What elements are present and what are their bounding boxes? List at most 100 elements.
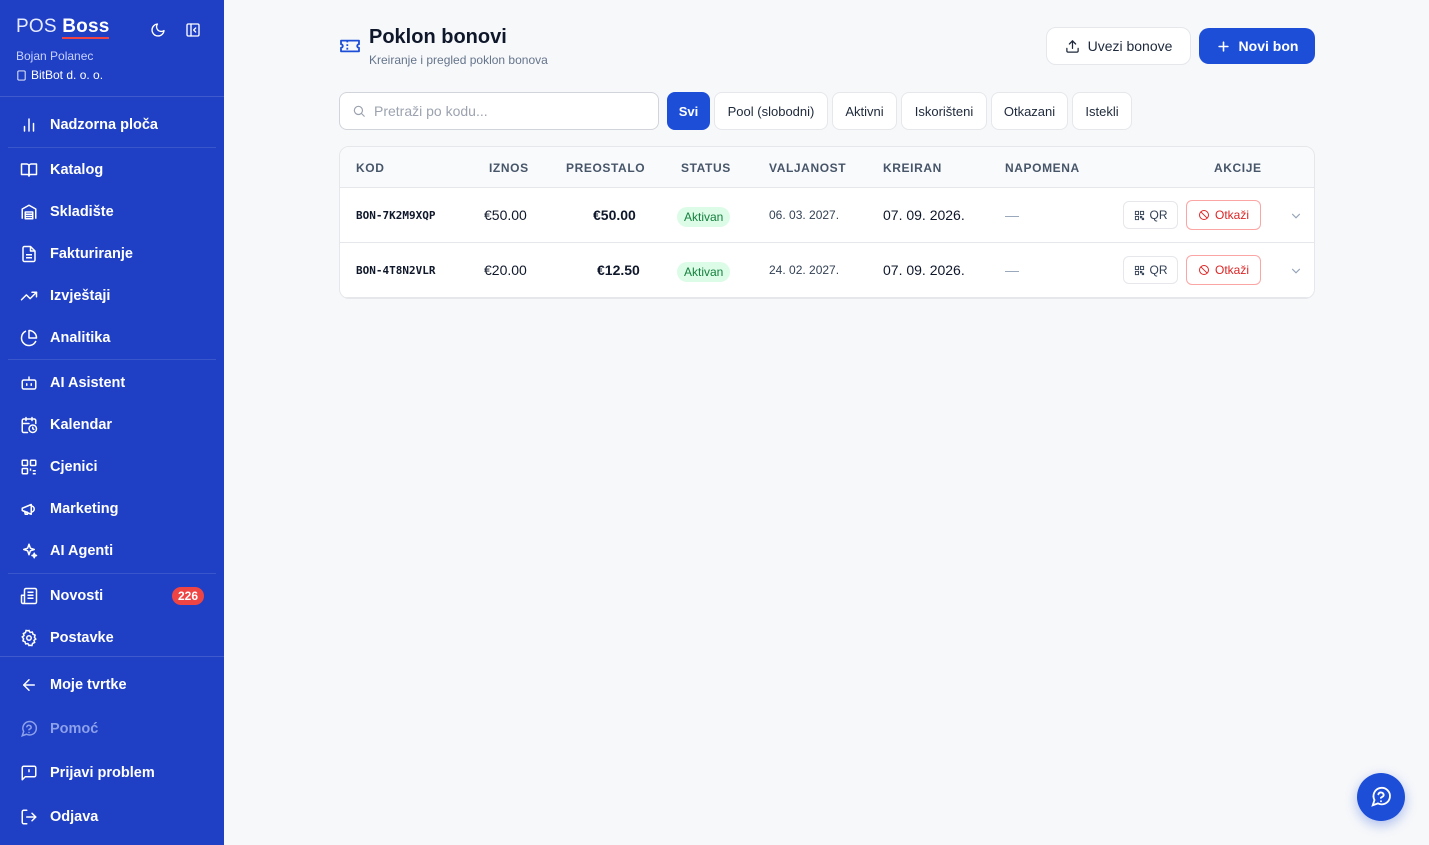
voucher-amount: €50.00 (484, 207, 527, 223)
table-row[interactable]: BON-7K2M9XQP €50.00 €50.00 Aktivan 06. 0… (340, 188, 1314, 243)
column-header-preostalo[interactable]: PREOSTALO (566, 161, 645, 175)
qr-code-icon (1134, 210, 1144, 220)
column-header-kreiran[interactable]: KREIRAN (883, 161, 942, 175)
moon-icon[interactable] (150, 22, 166, 38)
column-header-kod[interactable]: KOD (356, 161, 384, 175)
sidebar-item-cjenici[interactable]: Cjenici (8, 448, 216, 486)
sidebar-item-prijavi-problem[interactable]: Prijavi problem (8, 754, 216, 792)
voucher-amount: €20.00 (484, 262, 527, 278)
bar-chart-icon (23, 118, 35, 132)
bot-icon (21, 376, 37, 390)
voucher-code: BON-7K2M9XQP (356, 209, 436, 222)
filter-svi[interactable]: Svi (667, 92, 710, 130)
sidebar-item-label: Kalendar (50, 417, 113, 433)
voucher-created: 07. 09. 2026. (883, 262, 965, 278)
sidebar-item-katalog[interactable]: Katalog (8, 151, 216, 189)
search-box[interactable] (339, 92, 659, 130)
megaphone-icon (21, 503, 35, 515)
divider (8, 573, 216, 574)
filter-istekli[interactable]: Istekli (1072, 92, 1132, 130)
chevron-down-icon[interactable] (1289, 264, 1303, 278)
voucher-validity: 06. 03. 2027. (769, 208, 840, 222)
sparkles-icon (23, 543, 38, 559)
sidebar-item-skladiste[interactable]: Skladište (8, 193, 216, 231)
company-name[interactable]: BitBot d. o. o. (16, 68, 103, 82)
filter-pool[interactable]: Pool (slobodni) (714, 92, 828, 130)
sidebar-item-label: Nadzorna ploča (50, 117, 158, 133)
sidebar-item-label: AI Asistent (50, 375, 126, 391)
voucher-remaining: €50.00 (593, 207, 636, 223)
voucher-created: 07. 09. 2026. (883, 207, 965, 223)
document-icon (22, 245, 36, 263)
user-name: Bojan Polanec (16, 49, 94, 63)
chevron-down-icon[interactable] (1289, 209, 1303, 223)
sidebar-item-label: Katalog (50, 162, 104, 178)
sidebar-item-label: Odjava (50, 809, 99, 825)
qr-button[interactable]: QR (1123, 256, 1178, 284)
brand-logo[interactable]: POS Boss (16, 16, 110, 39)
sidebar-item-novosti[interactable]: Novosti 226 (8, 577, 216, 615)
qr-label: QR (1149, 263, 1168, 277)
sidebar-item-label: Fakturiranje (50, 246, 133, 262)
cancel-voucher-button[interactable]: Otkaži (1186, 200, 1261, 230)
sidebar-item-marketing[interactable]: Marketing (8, 490, 216, 528)
sidebar-item-label: AI Agenti (50, 543, 114, 559)
table-header: KOD IZNOS PREOSTALO STATUS VALJANOST KRE… (340, 147, 1314, 188)
upload-icon (1065, 39, 1079, 53)
page-title: Poklon bonovi (369, 26, 507, 48)
cancel-voucher-button[interactable]: Otkaži (1186, 255, 1261, 285)
help-circle-icon (21, 720, 38, 737)
sidebar-item-label: Cjenici (50, 459, 98, 475)
qr-code-icon (21, 459, 37, 475)
sidebar-item-postavke[interactable]: Postavke (8, 619, 216, 657)
divider (0, 96, 224, 97)
sidebar-item-label: Pomoć (50, 721, 99, 737)
plus-icon (1217, 40, 1229, 52)
divider (8, 147, 216, 148)
logout-icon (21, 809, 37, 825)
sidebar-item-label: Izvještaji (50, 288, 111, 304)
column-header-iznos[interactable]: IZNOS (489, 161, 529, 175)
column-header-status[interactable]: STATUS (681, 161, 731, 175)
qr-code-icon (1134, 265, 1144, 275)
vouchers-table: KOD IZNOS PREOSTALO STATUS VALJANOST KRE… (339, 146, 1315, 299)
collapse-sidebar-icon[interactable] (185, 22, 201, 38)
sidebar-item-pomoc[interactable]: Pomoć (8, 710, 216, 748)
voucher-remaining: €12.50 (597, 262, 640, 278)
sidebar-item-label: Novosti (50, 588, 104, 604)
import-label: Uvezi bonove (1087, 38, 1173, 54)
sidebar-item-nadzorna-ploca[interactable]: Nadzorna ploča (8, 106, 216, 144)
new-label: Novi bon (1238, 38, 1299, 54)
status-badge: Aktivan (677, 207, 731, 227)
cancel-label: Otkaži (1214, 208, 1249, 222)
search-input[interactable] (374, 103, 644, 119)
company-label: BitBot d. o. o. (31, 68, 104, 82)
new-voucher-button[interactable]: Novi bon (1199, 28, 1315, 64)
sidebar-item-fakturiranje[interactable]: Fakturiranje (8, 235, 216, 273)
voucher-note: — (1005, 207, 1019, 223)
pie-chart-icon (20, 329, 38, 347)
notification-badge: 226 (171, 587, 204, 605)
sidebar-item-moje-tvrtke[interactable]: Moje tvrtke (8, 666, 216, 704)
qr-button[interactable]: QR (1123, 201, 1178, 229)
column-header-akcije: AKCIJE (1214, 161, 1262, 175)
sidebar-item-ai-agenti[interactable]: AI Agenti (8, 532, 216, 570)
filter-aktivni[interactable]: Aktivni (832, 92, 897, 130)
sidebar-item-izvjestaji[interactable]: Izvještaji (8, 277, 216, 315)
gear-icon (21, 629, 37, 647)
table-row[interactable]: BON-4T8N2VLR €20.00 €12.50 Aktivan 24. 0… (340, 243, 1314, 298)
filter-iskoristeni[interactable]: Iskorišteni (901, 92, 987, 130)
column-header-valjanost[interactable]: VALJANOST (769, 161, 846, 175)
sidebar-item-analitika[interactable]: Analitika (8, 319, 216, 357)
sidebar-item-kalendar[interactable]: Kalendar (8, 406, 216, 444)
sidebar-item-label: Analitika (50, 330, 111, 346)
help-chat-button[interactable] (1357, 773, 1405, 821)
search-icon (353, 105, 365, 117)
arrow-left-icon (23, 679, 35, 691)
import-vouchers-button[interactable]: Uvezi bonove (1046, 27, 1191, 65)
sidebar-item-odjava[interactable]: Odjava (8, 798, 216, 836)
sidebar-item-ai-asistent[interactable]: AI Asistent (8, 364, 216, 402)
sidebar-item-label: Postavke (50, 630, 114, 646)
column-header-napomena[interactable]: NAPOMENA (1005, 161, 1080, 175)
filter-otkazani[interactable]: Otkazani (991, 92, 1068, 130)
